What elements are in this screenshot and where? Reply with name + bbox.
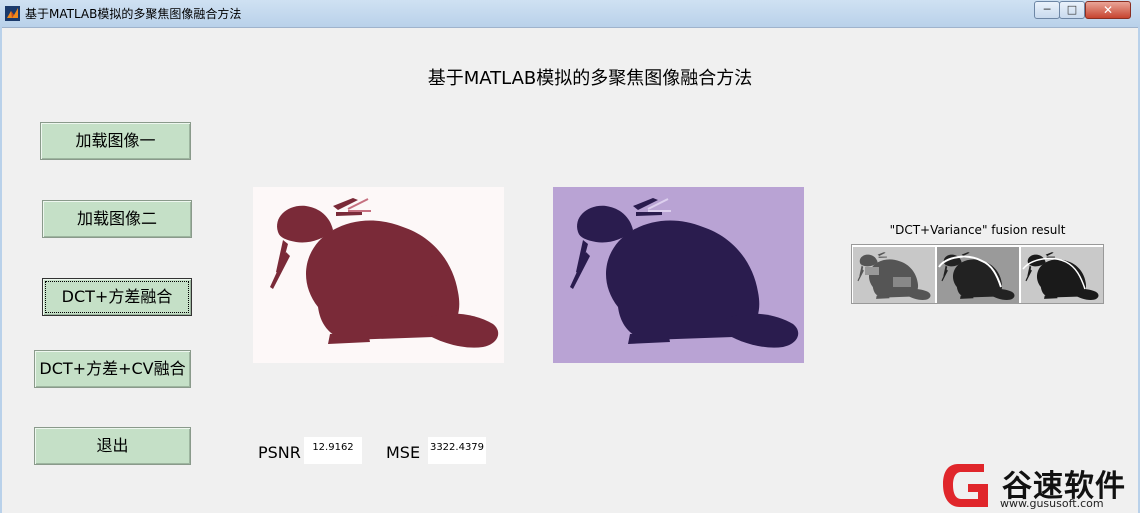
beaver-image-1 [270, 198, 499, 348]
fusion-result-image [851, 244, 1104, 304]
fusion-tile-1 [853, 247, 935, 303]
exit-button[interactable]: 退出 [34, 427, 191, 465]
minimize-icon: ─ [1043, 3, 1051, 16]
page-title: 基于MATLAB模拟的多聚焦图像融合方法 [427, 68, 753, 89]
load-image-2-button[interactable]: 加载图像二 [42, 200, 192, 238]
psnr-label: PSNR [258, 443, 301, 462]
close-icon: ✕ [1102, 3, 1114, 17]
fusion-tile-2 [937, 247, 1019, 303]
matlab-icon [5, 6, 20, 21]
title-bar: 基于MATLAB模拟的多聚焦图像融合方法 ─ □ ✕ [0, 0, 1140, 28]
psnr-value: 12.9162 [304, 437, 362, 464]
dct-variance-cv-fusion-button[interactable]: DCT+方差+CV融合 [34, 350, 191, 388]
mse-label: MSE [386, 443, 421, 462]
mse-value: 3322.4379 [428, 437, 486, 464]
minimize-button[interactable]: ─ [1034, 1, 1060, 19]
fusion-tile-3 [1021, 247, 1103, 303]
dct-variance-fusion-button[interactable]: DCT+方差融合 [42, 278, 192, 316]
maximize-button[interactable]: □ [1059, 1, 1085, 19]
window-title: 基于MATLAB模拟的多聚焦图像融合方法 [25, 7, 242, 21]
maximize-icon: □ [1066, 3, 1078, 16]
beaver-image-2 [570, 198, 799, 348]
close-button[interactable]: ✕ [1085, 1, 1131, 19]
source-image-1 [253, 187, 504, 363]
source-image-2 [553, 187, 804, 363]
watermark-url: www.gususoft.com [1000, 497, 1104, 510]
fusion-result-label: "DCT+Variance" fusion result [889, 223, 1066, 237]
load-image-1-button[interactable]: 加载图像一 [40, 122, 191, 160]
